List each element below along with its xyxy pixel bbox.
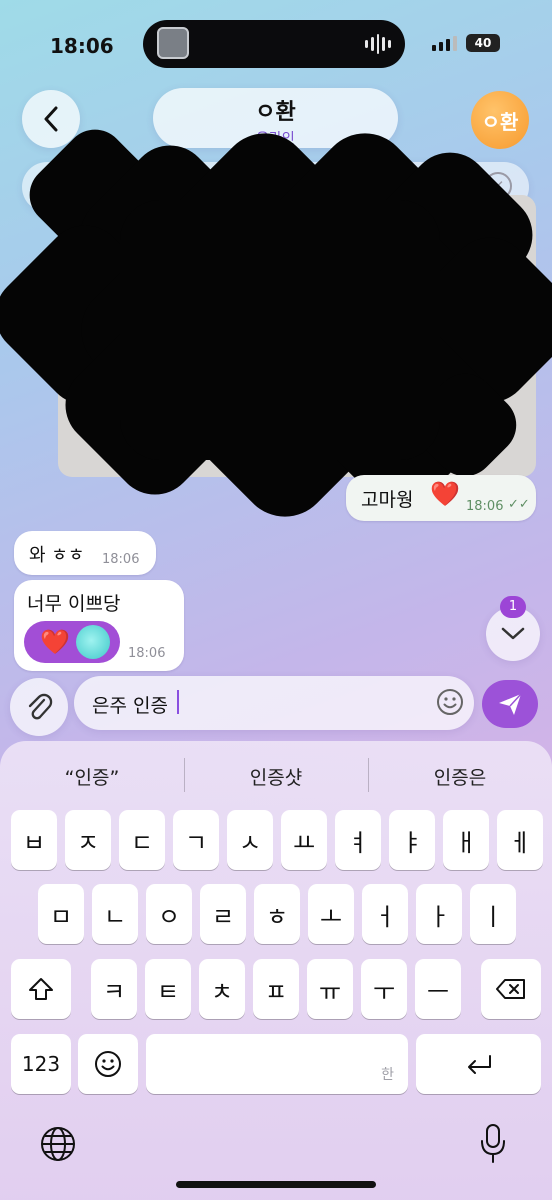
home-indicator [176,1181,376,1188]
microphone-icon[interactable] [478,1122,508,1166]
message-text: 고마웡 [361,489,414,511]
paperclip-icon [28,693,53,720]
shift-icon [29,978,53,1000]
suggestion[interactable]: 인증은 [368,763,552,790]
key[interactable]: ㅗ [308,884,354,944]
now-playing-artwork [157,27,189,59]
key[interactable]: ㅐ [443,810,489,870]
chevron-down-icon [501,627,525,640]
key[interactable]: ㅛ [281,810,327,870]
status-time: 18:06 [50,34,114,58]
chevron-left-icon [44,106,58,132]
chat-title[interactable]: ㅇ환 온라인 [153,88,398,148]
numbers-key[interactable]: 123 [11,1034,71,1094]
key[interactable]: ㅎ [254,884,300,944]
space-key[interactable]: 한 [146,1034,408,1094]
key[interactable]: ㅔ [497,810,543,870]
key[interactable]: ㅜ [361,959,407,1019]
key[interactable]: ㅁ [38,884,84,944]
message-input-text: 은주 인증 [92,695,168,717]
key[interactable]: ㄴ [92,884,138,944]
unread-count-badge: 1 [500,596,526,618]
message-text: 너무 이쁘당 [27,593,121,615]
key[interactable]: ㅌ [145,959,191,1019]
key[interactable]: ㅍ [253,959,299,1019]
globe-icon[interactable] [38,1124,78,1164]
message-text: 와 ㅎㅎ [29,545,85,566]
cellular-signal-icon [432,36,457,51]
reactor-avatar [76,625,110,659]
backspace-icon [496,979,525,999]
emoji-key[interactable] [78,1034,138,1094]
key[interactable]: ㅠ [307,959,353,1019]
contact-status: 온라인 [256,131,295,147]
suggestion[interactable]: 인증샷 [184,763,368,790]
contact-name: ㅇ환 [255,100,296,125]
heart-emoji: ❤️ [40,628,70,656]
key[interactable]: ㅡ [415,959,461,1019]
shift-key[interactable] [11,959,71,1019]
key[interactable]: ㄹ [200,884,246,944]
message-time: 18:06 [128,646,166,661]
text-caret [177,690,179,714]
key[interactable]: ㅣ [470,884,516,944]
send-icon [499,693,522,715]
key[interactable]: ㅑ [389,810,435,870]
key[interactable]: ㅂ [11,810,57,870]
key[interactable]: ㅇ [146,884,192,944]
key[interactable]: ㅅ [227,810,273,870]
suggestion[interactable]: “인증” [0,763,184,790]
read-checkmarks-icon: ✓✓ [508,497,530,512]
delete-key[interactable] [481,959,541,1019]
heart-emoji: ❤️ [430,480,460,508]
return-key[interactable] [416,1034,541,1094]
attach-button[interactable] [10,678,68,736]
message-time: 18:06 [466,499,504,514]
emoji-icon [95,1051,121,1077]
key[interactable]: ㅓ [362,884,408,944]
key[interactable]: ㅕ [335,810,381,870]
contact-avatar[interactable]: ㅇ환 [471,91,529,149]
message-time: 18:06 [102,552,140,567]
key[interactable]: ㅊ [199,959,245,1019]
battery-indicator: 40 [466,34,500,52]
key[interactable]: ㄷ [119,810,165,870]
send-button[interactable] [482,680,538,728]
emoji-icon[interactable] [436,688,464,716]
shared-photo[interactable] [58,195,536,477]
key[interactable]: ㅏ [416,884,462,944]
key[interactable]: ㅋ [91,959,137,1019]
back-button[interactable] [22,90,80,148]
key[interactable]: ㅈ [65,810,111,870]
audio-waveform-icon [365,34,391,54]
key[interactable]: ㄱ [173,810,219,870]
return-icon [467,1055,491,1074]
